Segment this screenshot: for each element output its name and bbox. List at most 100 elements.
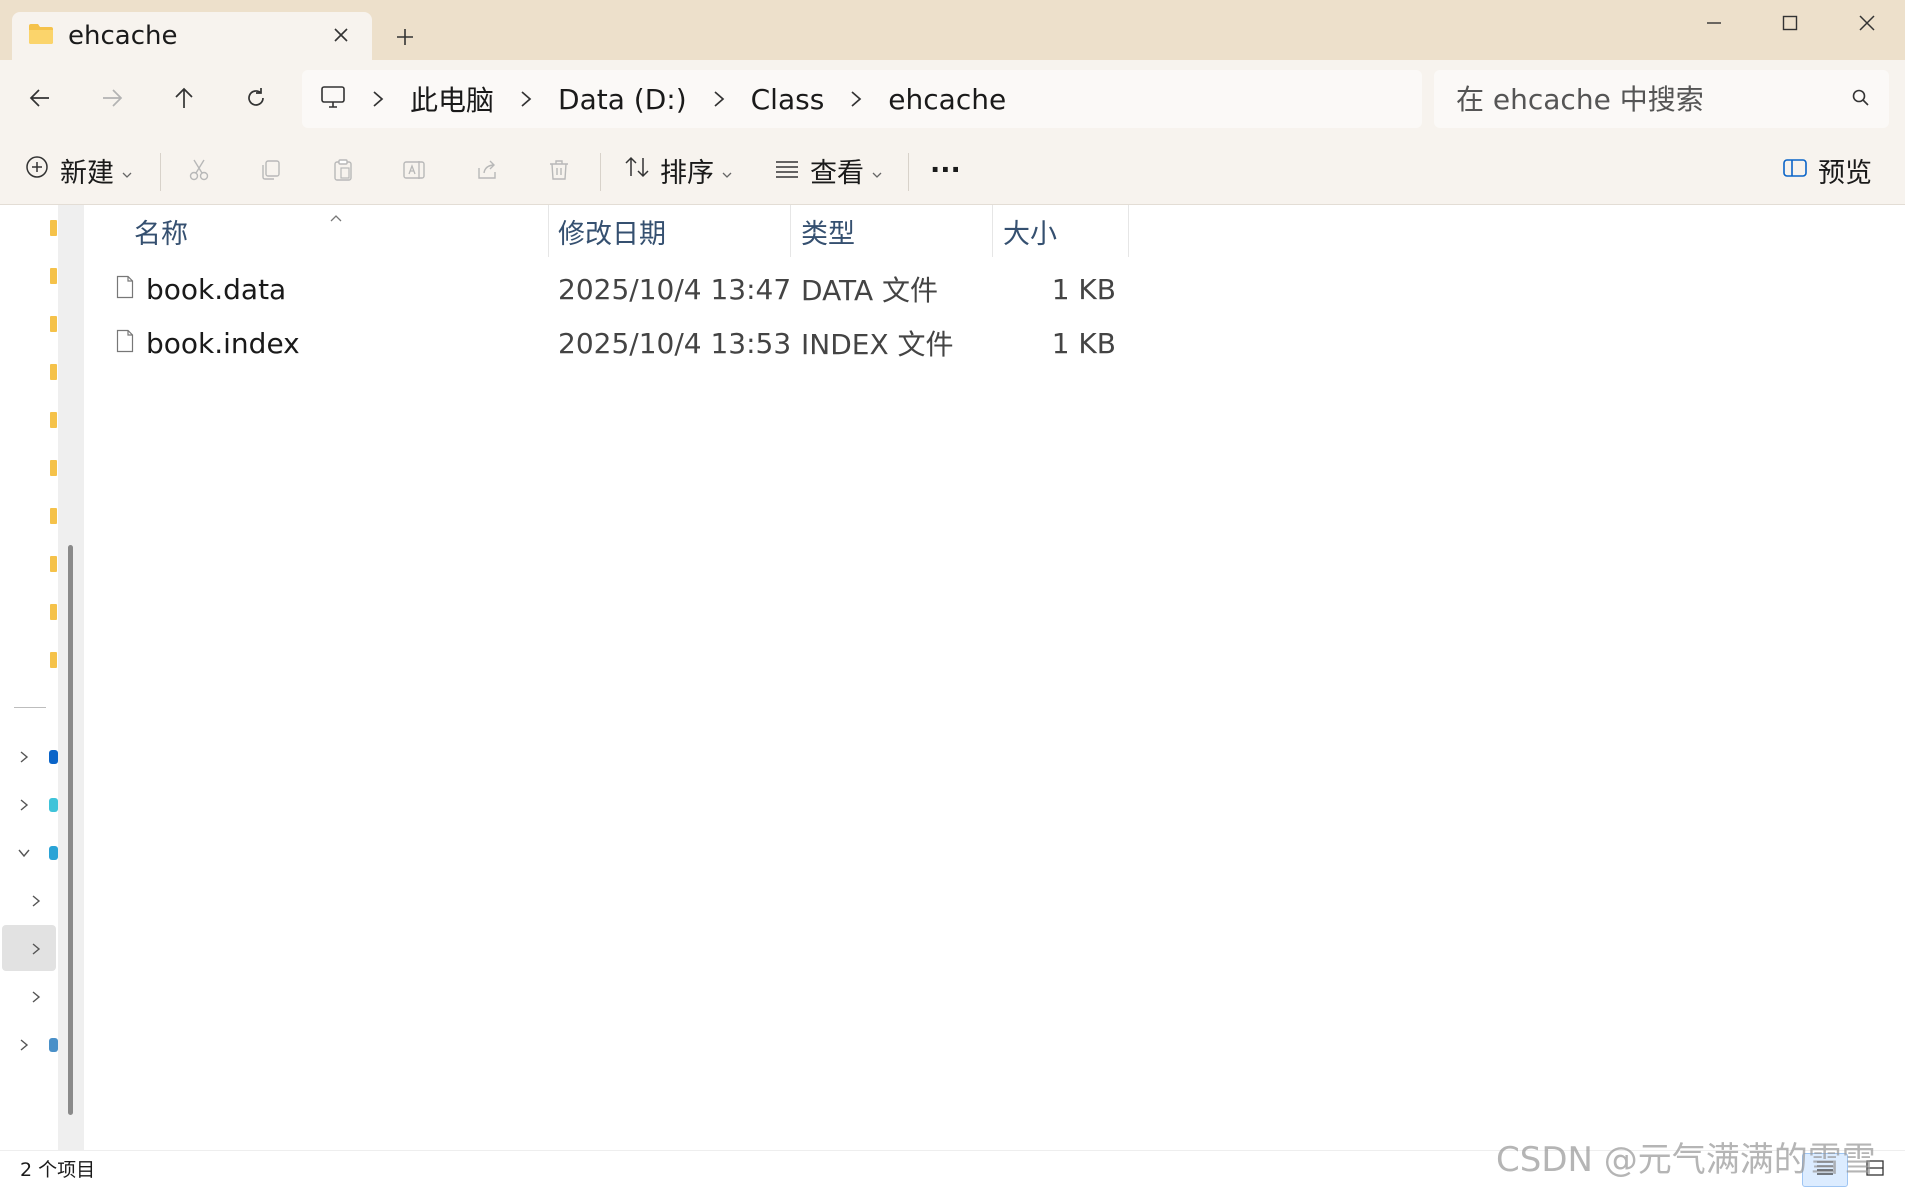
copy-button[interactable] [254,155,288,189]
new-button[interactable]: 新建 [24,149,132,191]
column-header-type[interactable]: 类型 [801,205,855,257]
command-bar: 新建 排序 查看 ··· 预览 [0,135,1905,205]
maximize-icon [1782,15,1798,35]
up-button[interactable] [166,82,202,118]
back-button[interactable] [22,82,58,118]
file-icon [116,273,134,306]
folder-icon[interactable] [50,268,57,284]
chevron-down-icon [722,155,732,186]
network-icon[interactable] [49,1038,58,1052]
file-list: 名称 修改日期 类型 大小 book.data 2025/10/4 13:47 … [86,205,1905,1150]
folder-icon[interactable] [50,220,57,236]
cloud-icon[interactable] [49,798,58,812]
sort-button[interactable]: 排序 [624,149,732,191]
folder-icon[interactable] [50,508,57,524]
file-name: book.index [146,326,300,360]
cut-button[interactable] [182,155,216,189]
chevron-down-icon [122,155,132,186]
file-size: 1 KB [1051,326,1116,360]
breadcrumb-data-drive[interactable]: Data (D:) [546,83,699,116]
tab-title: ehcache [68,21,178,51]
folder-icon[interactable] [50,604,57,620]
file-icon [116,327,134,360]
breadcrumb-ehcache[interactable]: ehcache [876,83,1018,116]
view-button[interactable]: 查看 [774,149,882,191]
folder-icon[interactable] [50,652,57,668]
chevron-right-icon[interactable] [699,90,739,108]
copy-icon [259,158,283,186]
forward-button[interactable] [94,82,130,118]
preview-pane-icon [1782,155,1808,186]
column-header-size[interactable]: 大小 [1003,205,1057,257]
file-size: 1 KB [1051,272,1116,306]
folder-icon[interactable] [50,316,57,332]
navigation-pane [0,205,86,1150]
file-date: 2025/10/4 13:47 [558,272,792,306]
onedrive-icon[interactable] [49,750,58,764]
breadcrumb-class[interactable]: Class [739,83,837,116]
refresh-button[interactable] [238,82,274,118]
computer-icon [320,85,346,113]
chevron-right-icon[interactable] [14,795,34,815]
minimize-icon [1706,15,1722,35]
chevron-right-icon[interactable] [26,939,46,959]
column-header-name[interactable]: 名称 [134,205,188,257]
chevron-right-icon[interactable] [26,891,46,911]
refresh-icon [245,87,267,113]
file-type: DATA 文件 [801,274,939,307]
tab-ehcache[interactable]: ehcache [12,12,372,60]
chevron-down-icon [872,155,882,186]
chevron-right-icon[interactable] [14,747,34,767]
watermark-text: CSDN @元气满满的雪雪 [1496,1140,1876,1180]
divider [14,707,46,708]
chevron-right-icon[interactable] [358,90,398,108]
chevron-right-icon[interactable] [506,90,546,108]
maximize-button[interactable] [1766,10,1814,40]
rename-icon [402,158,428,186]
preview-label: 预览 [1818,157,1872,189]
minimize-button[interactable] [1690,10,1738,40]
breadcrumb-this-pc[interactable]: 此电脑 [398,79,506,119]
close-window-button[interactable] [1843,10,1891,40]
navigation-bar: 此电脑 Data (D:) Class ehcache [0,60,1905,135]
address-bar[interactable]: 此电脑 Data (D:) Class ehcache [302,70,1422,128]
paste-button[interactable] [326,155,360,189]
chevron-down-icon[interactable] [14,843,34,863]
chevron-right-icon[interactable] [26,987,46,1007]
table-row[interactable]: book.index 2025/10/4 13:53 INDEX 文件 1 KB [86,317,1126,369]
item-count: 2 个项目 [20,1159,96,1181]
column-header-date[interactable]: 修改日期 [558,205,666,257]
search-input[interactable] [1456,82,1836,116]
scrollbar-thumb[interactable] [68,545,73,1115]
chevron-right-icon[interactable] [14,1035,34,1055]
delete-button[interactable] [542,155,576,189]
rename-button[interactable] [398,155,432,189]
more-options-button[interactable]: ··· [930,149,961,191]
new-tab-button[interactable] [390,22,420,52]
search-icon[interactable] [1851,88,1871,112]
folder-icon[interactable] [50,460,57,476]
table-row[interactable]: book.data 2025/10/4 13:47 DATA 文件 1 KB [86,263,1126,315]
close-tab-icon[interactable] [328,22,354,48]
view-label: 查看 [810,157,864,189]
file-type: INDEX 文件 [801,328,954,361]
list-view-icon [774,155,800,186]
paste-icon [331,158,355,186]
back-arrow-icon [29,88,51,112]
share-button[interactable] [470,155,504,189]
folder-icon[interactable] [50,364,57,380]
sort-ascending-icon [330,207,342,226]
forward-arrow-icon [101,88,123,112]
up-arrow-icon [174,87,194,113]
this-pc-icon[interactable] [49,846,58,860]
chevron-right-icon[interactable] [836,90,876,108]
preview-pane-button[interactable]: 预览 [1782,149,1872,191]
folder-icon[interactable] [50,556,57,572]
folder-icon [28,23,54,49]
file-name: book.data [146,272,287,306]
more-icon: ··· [930,154,961,186]
sort-icon [624,155,650,186]
folder-icon[interactable] [50,412,57,428]
search-box[interactable] [1434,70,1889,128]
new-label: 新建 [60,157,114,189]
